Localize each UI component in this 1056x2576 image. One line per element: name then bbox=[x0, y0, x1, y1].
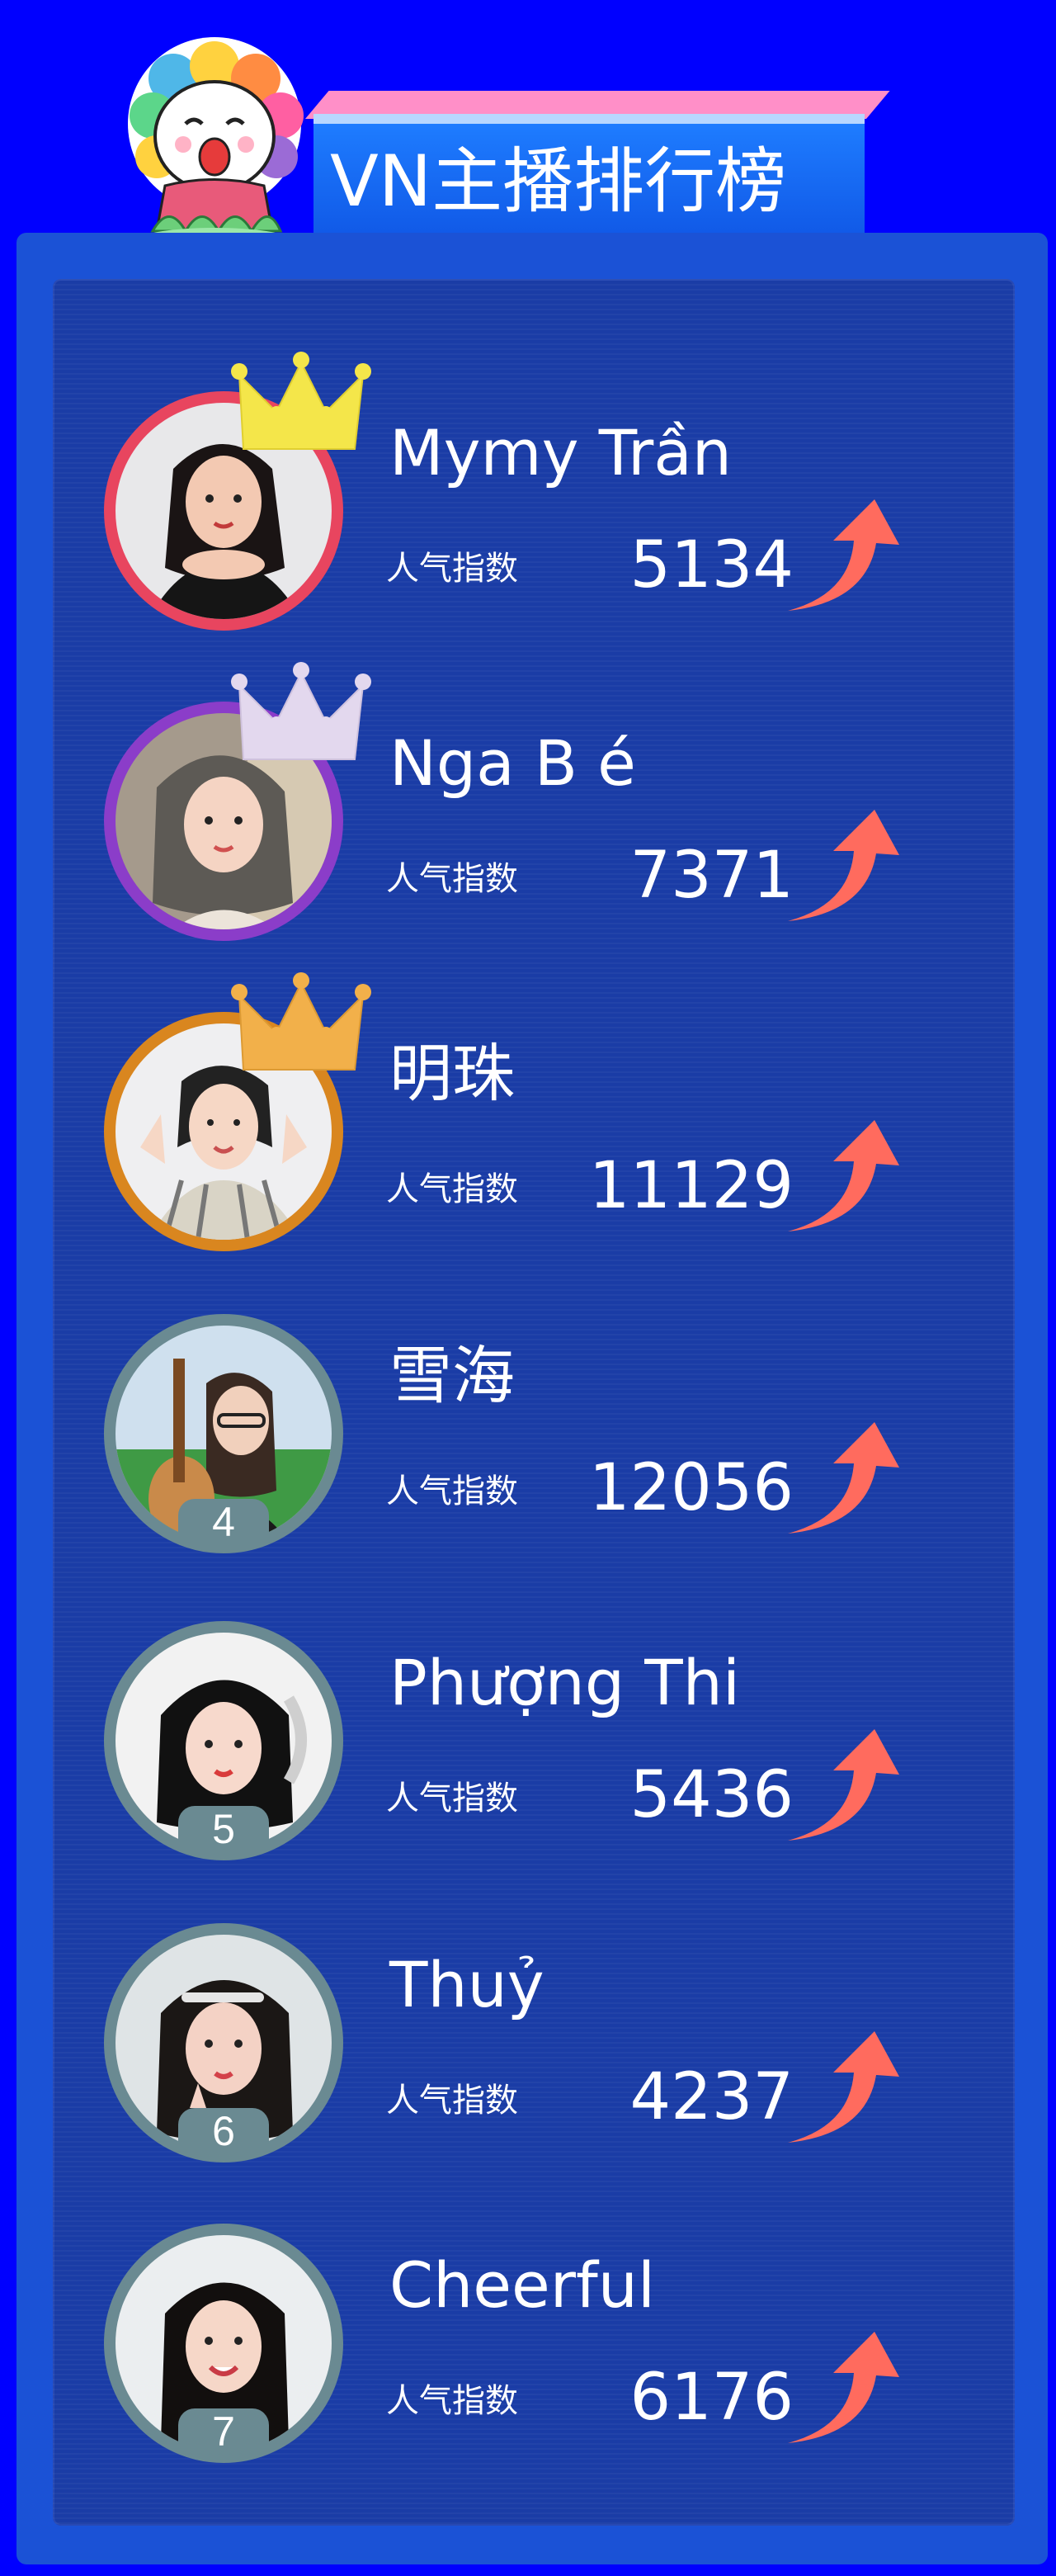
ranking-row-3[interactable]: 明珠 人气指数 11129 bbox=[0, 929, 1056, 1251]
crown-bronze-icon bbox=[231, 972, 371, 1071]
trend-up-arrow-icon bbox=[788, 2332, 899, 2443]
crown-silver-icon bbox=[231, 662, 371, 760]
trend-up-arrow-icon bbox=[788, 1729, 899, 1841]
streamer-name: 雪海 bbox=[389, 1339, 515, 1412]
streamer-name: 明珠 bbox=[389, 1037, 515, 1110]
ranking-row-7[interactable]: 7 Cheerful 人气指数 6176 bbox=[0, 2141, 1056, 2463]
avatar-ring: 7 bbox=[104, 2224, 343, 2463]
trend-up-arrow-icon bbox=[788, 1120, 899, 1231]
ranking-row-2[interactable]: Nga B é 人气指数 7371 bbox=[0, 619, 1056, 941]
trend-up-arrow-icon bbox=[788, 2031, 899, 2143]
popularity-score: 11129 bbox=[588, 1149, 794, 1223]
rank-badge: 4 bbox=[178, 1499, 269, 1545]
streamer-name: Mymy Trần bbox=[389, 416, 732, 489]
crown-gold-icon bbox=[231, 352, 371, 450]
page-title: VN主播排行榜 bbox=[330, 140, 787, 223]
popularity-score: 7371 bbox=[629, 839, 794, 913]
popularity-label: 人气指数 bbox=[386, 860, 518, 898]
streamer-name: Nga B é bbox=[389, 726, 636, 800]
ranking-row-6[interactable]: 6 Thuỷ 人气指数 4237 bbox=[0, 1841, 1056, 2162]
header-banner: VN主播排行榜 bbox=[0, 0, 1056, 281]
avatar-ring: 6 bbox=[104, 1923, 343, 2162]
streamer-name: Thuỷ bbox=[389, 1948, 544, 2021]
avatar-ring: 5 bbox=[104, 1621, 343, 1860]
ranking-row-1[interactable]: Mymy Trần 人气指数 5134 bbox=[0, 309, 1056, 631]
popularity-label: 人气指数 bbox=[386, 1780, 518, 1817]
trend-up-arrow-icon bbox=[788, 810, 899, 921]
trend-up-arrow-icon bbox=[788, 499, 899, 611]
popularity-score: 5436 bbox=[629, 1758, 794, 1832]
ranking-row-4[interactable]: 4 雪海 人气指数 12056 bbox=[0, 1231, 1056, 1553]
popularity-label: 人气指数 bbox=[386, 1170, 518, 1208]
popularity-score: 12056 bbox=[588, 1451, 794, 1525]
popularity-score: 4237 bbox=[629, 2060, 794, 2134]
popularity-score: 6176 bbox=[629, 2361, 794, 2435]
avatar-ring: 4 bbox=[104, 1314, 343, 1553]
ranking-row-5[interactable]: 5 Phượng Thi 人气指数 5436 bbox=[0, 1539, 1056, 1860]
popularity-label: 人气指数 bbox=[386, 550, 518, 588]
trend-up-arrow-icon bbox=[788, 1422, 899, 1534]
popularity-label: 人气指数 bbox=[386, 2382, 518, 2420]
streamer-name: Cheerful bbox=[389, 2248, 656, 2322]
popularity-label: 人气指数 bbox=[386, 1472, 518, 1510]
popularity-label: 人气指数 bbox=[386, 2082, 518, 2120]
popularity-score: 5134 bbox=[629, 528, 794, 603]
streamer-name: Phượng Thi bbox=[389, 1646, 740, 1719]
rank-badge: 7 bbox=[178, 2408, 269, 2455]
